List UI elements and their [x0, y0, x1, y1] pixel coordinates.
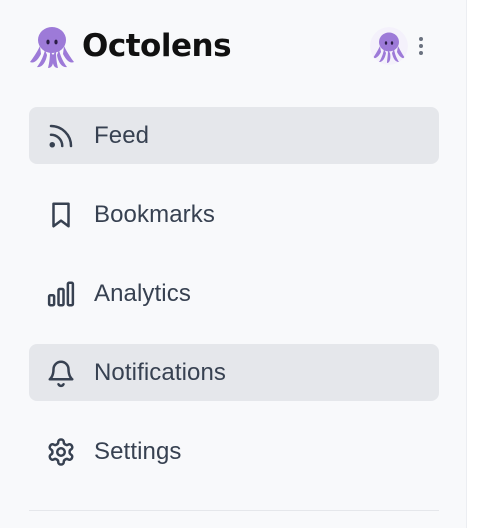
nav-item-settings[interactable]: Settings: [29, 423, 439, 480]
bar-chart-icon: [46, 279, 76, 309]
nav-item-label: Feed: [94, 121, 150, 149]
rss-icon: [46, 121, 76, 151]
nav-item-label: Notifications: [94, 358, 227, 386]
gear-icon: [46, 437, 76, 467]
sidebar-nav: Feed Bookmarks Analytics Notifications S…: [29, 107, 439, 502]
nav-item-feed[interactable]: Feed: [29, 107, 439, 164]
vertical-dots-icon[interactable]: [414, 31, 428, 61]
divider: [29, 510, 439, 511]
brand[interactable]: Octolens: [28, 22, 232, 70]
nav-item-notifications[interactable]: Notifications: [29, 344, 439, 401]
header-actions: [370, 27, 428, 65]
bell-icon: [46, 358, 76, 388]
nav-item-label: Analytics: [94, 279, 191, 307]
nav-item-analytics[interactable]: Analytics: [29, 265, 439, 322]
octopus-avatar[interactable]: [370, 27, 408, 65]
nav-item-bookmarks[interactable]: Bookmarks: [29, 186, 439, 243]
nav-item-label: Bookmarks: [94, 200, 215, 228]
octopus-logo-icon: [28, 22, 76, 70]
bookmark-icon: [46, 200, 76, 230]
brand-name: Octolens: [82, 28, 232, 64]
sidebar: Octolens Feed Bookmarks Analytics Notifi…: [0, 0, 467, 528]
sidebar-header: Octolens: [28, 22, 428, 70]
nav-item-label: Settings: [94, 437, 182, 465]
